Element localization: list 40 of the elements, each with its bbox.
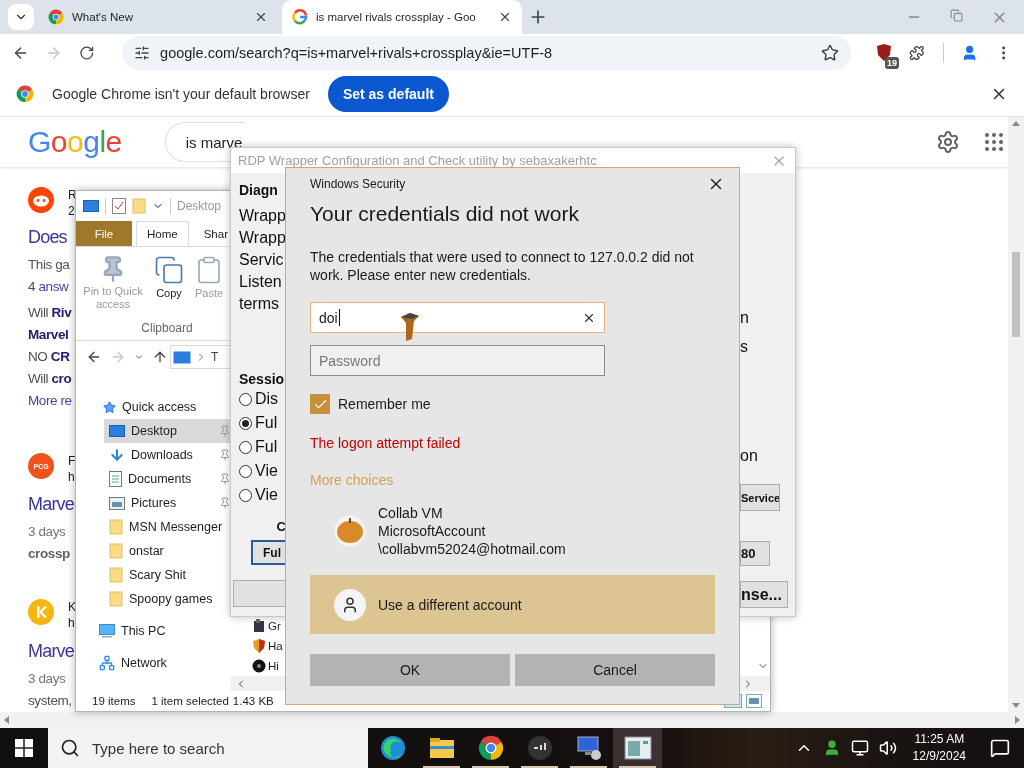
account-text: MicrosoftAccount xyxy=(378,522,487,540)
snippet-text: Will cro xyxy=(28,370,72,388)
source-text: h xyxy=(68,469,76,485)
snippet-text: Marvel xyxy=(28,326,69,344)
dialog-title: Windows Security xyxy=(310,177,406,191)
status-text: on xyxy=(740,446,759,466)
status-text: Wrapp xyxy=(239,206,286,226)
status-text: n xyxy=(740,308,750,328)
group-label: Diagn xyxy=(239,182,279,198)
group-label: Clipboard xyxy=(140,321,194,337)
error-message: The logon attempt failed xyxy=(310,434,462,452)
snippet-text: 3 days xyxy=(28,670,66,688)
window-title: Desktop xyxy=(177,199,222,213)
status-text: 19 items xyxy=(92,695,136,707)
snippet-text: Will Riv xyxy=(28,304,72,322)
snippet-text: NO CR xyxy=(28,348,70,366)
snippet-text: This ga xyxy=(28,256,70,274)
status-text: s xyxy=(740,337,749,357)
group-label: Sessio xyxy=(239,371,286,387)
snippet-text: system, xyxy=(28,692,72,710)
account-text: Use a different account xyxy=(378,595,522,614)
status-text: Servic xyxy=(239,250,285,270)
dialog-heading: Your credentials did not work xyxy=(310,201,580,227)
account-text: Collab VM xyxy=(378,504,444,522)
snippet-text: crossp xyxy=(28,545,70,563)
account-text: \collabvm52024@hotmail.com xyxy=(378,540,566,558)
snippet-text: 3 days xyxy=(28,523,66,541)
source-text: K xyxy=(68,599,76,615)
dialog-message: The credentials that were used to connect to 127.0.0.2 did not work. Please enter new credentials. xyxy=(310,248,695,284)
infobar-message: Google Chrome isn't your default browser xyxy=(52,86,310,103)
status-text: 1 item selected xyxy=(151,695,229,707)
status-text: Wrapp xyxy=(239,228,286,248)
status-text: terms xyxy=(239,294,280,314)
source-text: F xyxy=(68,453,76,469)
source-text: h xyxy=(68,615,76,631)
source-text: 2 xyxy=(68,203,76,219)
group-label: C xyxy=(275,519,286,535)
status-text: 1.43 KB xyxy=(232,695,274,707)
count-badge: 19 xyxy=(885,57,900,70)
status-text: Listen xyxy=(239,272,283,292)
